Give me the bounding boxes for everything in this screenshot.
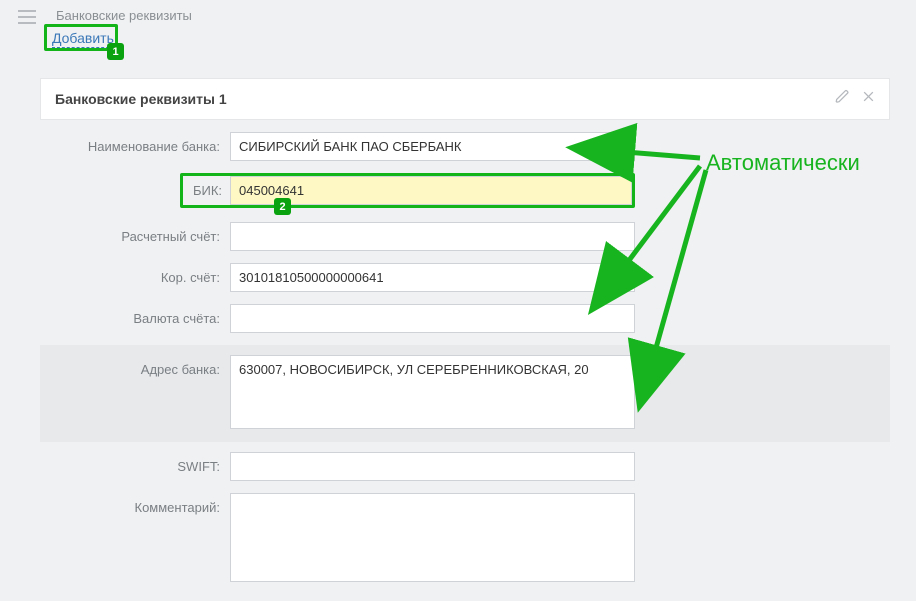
- label-swift: SWIFT:: [40, 452, 230, 474]
- label-bik: БИК:: [183, 176, 230, 205]
- add-link[interactable]: Добавить: [52, 30, 114, 48]
- label-comment: Комментарий:: [40, 493, 230, 515]
- input-bank-name[interactable]: [230, 132, 635, 161]
- row-bank-address: Адрес банка:: [40, 345, 890, 442]
- label-currency: Валюта счёта:: [40, 304, 230, 326]
- input-corr-account[interactable]: [230, 263, 635, 292]
- annotation-auto-label: Автоматически: [706, 150, 860, 176]
- step-badge-1: 1: [107, 43, 124, 60]
- row-currency: Валюта счёта:: [40, 304, 890, 333]
- step-badge-2: 2: [274, 198, 291, 215]
- label-bank-address: Адрес банка:: [40, 355, 230, 377]
- label-account: Расчетный счёт:: [40, 222, 230, 244]
- page-title: Банковские реквизиты: [56, 8, 192, 23]
- label-bank-name: Наименование банка:: [40, 132, 230, 154]
- edit-icon[interactable]: [835, 89, 850, 109]
- section-title: Банковские реквизиты 1: [55, 91, 227, 107]
- row-comment: Комментарий:: [40, 493, 890, 585]
- close-icon[interactable]: [862, 90, 875, 108]
- form: Наименование банка: БИК: Расчетный счёт:…: [40, 120, 890, 585]
- row-account: Расчетный счёт:: [40, 222, 890, 251]
- input-currency[interactable]: [230, 304, 635, 333]
- row-corr-account: Кор. счёт:: [40, 263, 890, 292]
- row-swift: SWIFT:: [40, 452, 890, 481]
- input-account[interactable]: [230, 222, 635, 251]
- row-bik: БИК:: [40, 173, 890, 208]
- input-swift[interactable]: [230, 452, 635, 481]
- label-corr-account: Кор. счёт:: [40, 263, 230, 285]
- input-comment[interactable]: [230, 493, 635, 582]
- menu-icon[interactable]: [18, 10, 36, 24]
- input-bank-address[interactable]: [230, 355, 635, 429]
- section-header: Банковские реквизиты 1: [40, 78, 890, 120]
